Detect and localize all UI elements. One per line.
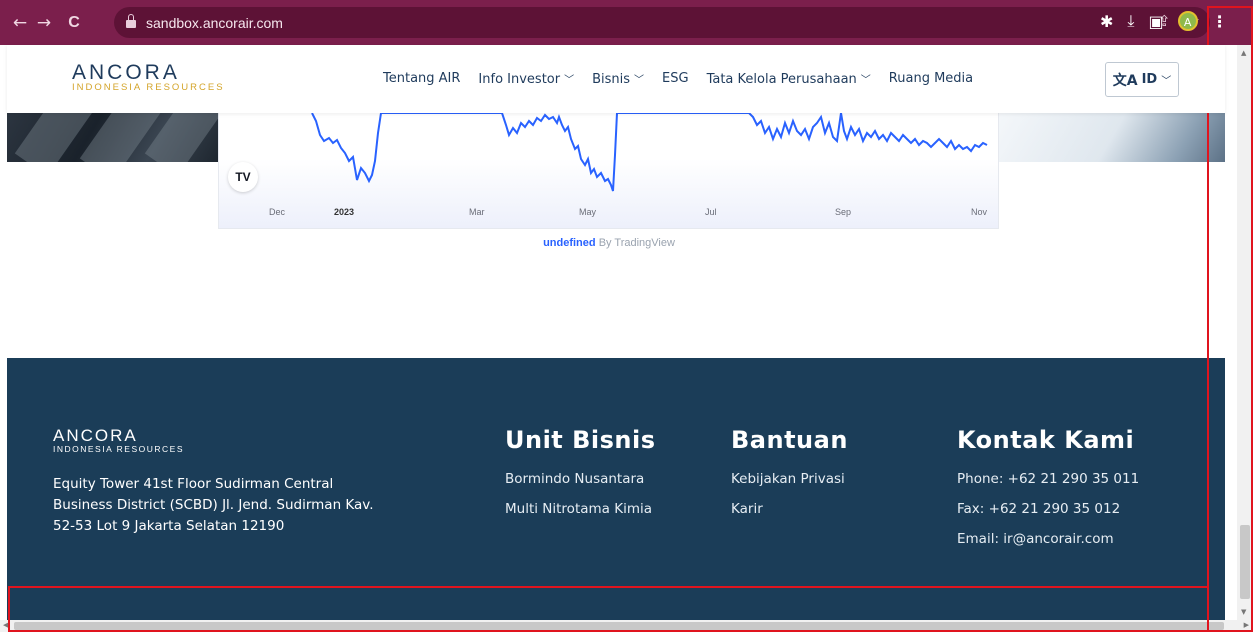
hero-image-left xyxy=(7,113,218,162)
footer-link-bormindo[interactable]: Bormindo Nusantara xyxy=(505,470,656,488)
footer-heading: Kontak Kami xyxy=(957,426,1135,454)
logo-tagline: INDONESIA RESOURCES xyxy=(72,82,225,93)
site-footer: ANCORA INDONESIA RESOURCES Equity Tower … xyxy=(7,358,1225,620)
chevron-down-icon: ﹀ xyxy=(860,75,871,86)
footer-logo-tagline: INDONESIA RESOURCES xyxy=(53,444,184,454)
nav-label: Ruang Media xyxy=(888,71,974,86)
nav-label: Bisnis xyxy=(592,72,631,87)
language-selector[interactable]: 文A ID ﹀ xyxy=(1105,62,1179,97)
translate-icon: 文A xyxy=(1112,72,1138,89)
site-header: ANCORA INDONESIA RESOURCES Tentang AIR I… xyxy=(7,45,1225,113)
chevron-down-icon: ﹀ xyxy=(634,75,645,86)
vertical-scrollbar[interactable]: ▲ ▼ xyxy=(1237,45,1253,620)
nav-label: Tata Kelola Perusahaan xyxy=(706,72,857,87)
nav-label: Tentang AIR xyxy=(383,71,461,86)
nav-item-tata-kelola[interactable]: Tata Kelola Perusahaan ﹀ xyxy=(707,71,871,87)
footer-link-multi-nitrotama[interactable]: Multi Nitrotama Kimia xyxy=(505,500,656,518)
browser-toolbar: ← → C sandbox.ancorair.com ⇪ ☆ ✱ ⤓ ▣ A ⋮ xyxy=(0,0,1253,45)
contact-fax: Fax: +62 21 290 35 012 xyxy=(957,501,1121,517)
nav-item-tentang-air[interactable]: Tentang AIR xyxy=(383,71,460,87)
nav-label: ESG xyxy=(662,71,689,86)
price-series-line xyxy=(311,113,988,192)
scrollbar-thumb[interactable] xyxy=(1240,525,1250,599)
footer-logo[interactable]: ANCORA INDONESIA RESOURCES xyxy=(53,426,184,454)
company-address: Equity Tower 41st Floor Sudirman Central… xyxy=(53,476,374,534)
tradingview-credit: undefined By TradingView xyxy=(0,237,1218,249)
x-tick-label: Mar xyxy=(469,207,485,217)
footer-logo-wordmark: ANCORA xyxy=(53,426,138,445)
nav-item-info-investor[interactable]: Info Investor ﹀ xyxy=(478,71,574,87)
contact-phone: Phone: +62 21 290 35 011 xyxy=(957,471,1140,487)
footer-heading: Unit Bisnis xyxy=(505,426,656,454)
footer-column-unit-bisnis: Unit Bisnis Bormindo Nusantara Multi Nit… xyxy=(505,426,656,530)
main-navigation: Tentang AIR Info Investor ﹀ Bisnis ﹀ ESG T… xyxy=(383,71,991,87)
nav-item-bisnis[interactable]: Bisnis ﹀ xyxy=(592,71,644,87)
download-icon[interactable]: ⤓ xyxy=(1127,11,1134,31)
scroll-left-arrow-icon[interactable]: ◀ xyxy=(3,621,8,629)
tradingview-credit-link[interactable]: undefined xyxy=(543,237,596,249)
profile-avatar[interactable]: A xyxy=(1177,11,1198,31)
x-tick-label: May xyxy=(579,207,597,217)
language-label: ID xyxy=(1141,72,1158,87)
tradingview-logo-icon[interactable]: TV xyxy=(228,162,258,192)
browser-menu-icon[interactable]: ⋮ xyxy=(1212,12,1228,31)
back-arrow-icon[interactable]: ← xyxy=(8,13,32,33)
tradingview-credit-text: By TradingView xyxy=(598,237,675,249)
footer-link-privacy[interactable]: Kebijakan Privasi xyxy=(731,470,848,488)
forward-arrow-icon[interactable]: → xyxy=(32,13,56,33)
tradingview-chart[interactable]: TV Dec 2023 Mar May Jul Sep Nov xyxy=(218,113,999,229)
lock-icon xyxy=(126,13,136,28)
site-logo[interactable]: ANCORA INDONESIA RESOURCES xyxy=(72,61,225,93)
x-tick-label: Sep xyxy=(835,207,852,217)
scroll-up-arrow-icon[interactable]: ▲ xyxy=(1241,49,1246,57)
nav-label: Info Investor xyxy=(478,72,561,87)
chevron-down-icon: ﹀ xyxy=(564,75,575,86)
footer-column-bantuan: Bantuan Kebijakan Privasi Karir xyxy=(731,426,848,530)
nav-item-ruang-media[interactable]: Ruang Media xyxy=(889,71,973,87)
scroll-down-arrow-icon[interactable]: ▼ xyxy=(1241,608,1246,616)
reload-icon[interactable]: C xyxy=(62,14,86,32)
contact-email[interactable]: Email: ir@ancorair.com xyxy=(957,530,1139,548)
hero-image-right xyxy=(998,113,1225,162)
address-bar[interactable]: sandbox.ancorair.com ⇪ ☆ xyxy=(114,7,1210,38)
x-tick-label: Nov xyxy=(971,207,988,217)
nav-item-esg[interactable]: ESG xyxy=(662,71,689,87)
logo-wordmark: ANCORA xyxy=(72,61,180,84)
x-tick-label: Dec xyxy=(269,207,286,217)
side-panel-icon[interactable]: ▣ xyxy=(1148,12,1163,31)
url-text[interactable]: sandbox.ancorair.com xyxy=(146,15,283,31)
footer-heading: Bantuan xyxy=(731,426,848,454)
chevron-down-icon: ﹀ xyxy=(1161,76,1172,87)
footer-link-karir[interactable]: Karir xyxy=(731,500,848,518)
x-tick-label: 2023 xyxy=(334,207,355,217)
scroll-right-arrow-icon[interactable]: ▶ xyxy=(1244,621,1249,629)
horizontal-scrollbar[interactable]: ◀ ▶ xyxy=(0,620,1253,632)
scrollbar-thumb[interactable] xyxy=(14,622,1224,630)
x-tick-label: Jul xyxy=(705,207,717,217)
tradingview-badge-text: TV xyxy=(235,170,251,184)
extensions-icon[interactable]: ✱ xyxy=(1100,12,1113,31)
footer-column-kontak: Kontak Kami Phone: +62 21 290 35 011 Fax… xyxy=(957,426,1139,560)
